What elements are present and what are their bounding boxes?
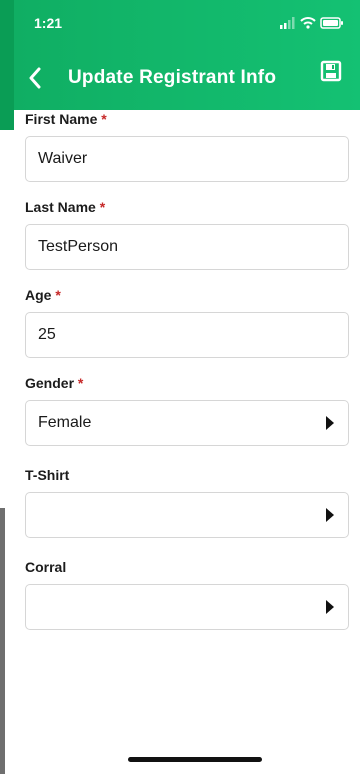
registrant-form: First Name * Waiver Last Name * TestPers… [14,110,360,774]
last-name-input[interactable]: TestPerson [25,224,349,270]
last-name-field: Last Name * TestPerson [14,198,360,270]
navigation-bar: Update Registrant Info [14,46,360,110]
age-value: 25 [38,326,56,343]
corral-select[interactable] [25,584,349,630]
first-name-value: Waiver [38,150,88,167]
gender-label: Gender * [25,375,84,391]
required-marker: * [55,287,61,303]
tshirt-field: T-Shirt [14,466,360,538]
home-indicator [128,757,262,762]
tshirt-select[interactable] [25,492,349,538]
wifi-icon [300,17,316,29]
header: 1:21 Update Registrant Info [14,0,360,110]
left-edge-gray [0,508,5,774]
chevron-left-icon [29,67,41,89]
age-field: Age * 25 [14,286,360,358]
required-marker: * [77,375,84,391]
first-name-label: First Name * [25,111,107,127]
triangle-right-icon [326,416,334,430]
gender-field: Gender * Female [14,374,360,446]
triangle-right-icon [326,600,334,614]
age-label: Age * [25,287,61,303]
battery-icon [320,17,343,29]
triangle-right-icon [326,508,334,522]
first-name-field: First Name * Waiver [14,110,360,182]
gender-value: Female [38,414,92,431]
required-marker: * [99,199,106,215]
save-button[interactable] [314,54,348,88]
status-icons [280,17,344,29]
page-title: Update Registrant Info [68,67,277,88]
required-marker: * [101,111,107,127]
last-name-value: TestPerson [38,238,119,255]
age-input[interactable]: 25 [25,312,349,358]
first-name-input[interactable]: Waiver [25,136,349,182]
last-name-label: Last Name * [25,199,106,215]
signal-icon [280,17,295,29]
gender-select[interactable]: Female [25,400,349,446]
corral-label: Corral [25,559,67,575]
status-bar: 1:21 [14,0,360,46]
app-screen: 1:21 Update Registrant Info First Name *… [0,0,360,774]
back-button[interactable] [12,58,58,98]
save-icon [320,60,342,82]
tshirt-label: T-Shirt [25,467,70,483]
corral-field: Corral [14,558,360,630]
status-time: 1:21 [34,15,63,31]
